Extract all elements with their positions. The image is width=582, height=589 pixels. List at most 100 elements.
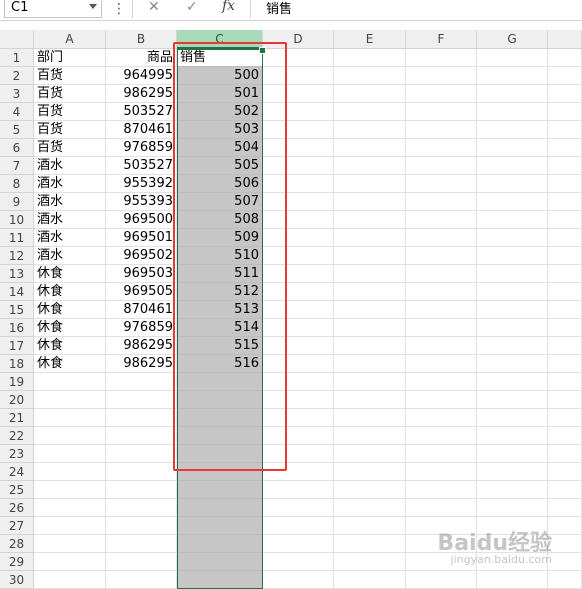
cell[interactable] — [477, 265, 548, 283]
cell[interactable] — [406, 301, 477, 319]
cell[interactable] — [406, 265, 477, 283]
cell[interactable] — [334, 103, 406, 121]
cell[interactable]: 969500 — [106, 211, 177, 229]
cell[interactable] — [106, 499, 177, 517]
cell[interactable] — [263, 535, 334, 553]
cell[interactable] — [177, 409, 263, 427]
cell[interactable] — [406, 355, 477, 373]
select-all-corner[interactable] — [0, 30, 34, 49]
cell[interactable] — [548, 391, 582, 409]
cell[interactable] — [406, 427, 477, 445]
cell[interactable] — [263, 553, 334, 571]
column-header-d[interactable]: D — [263, 30, 334, 49]
cell[interactable] — [263, 337, 334, 355]
row-header[interactable]: 5 — [0, 121, 34, 139]
cell[interactable] — [263, 481, 334, 499]
cell[interactable] — [334, 49, 406, 67]
cell[interactable] — [106, 409, 177, 427]
cell[interactable]: 504 — [177, 139, 263, 157]
cell[interactable] — [406, 247, 477, 265]
cell[interactable] — [477, 67, 548, 85]
cell[interactable] — [334, 445, 406, 463]
cell[interactable]: 503527 — [106, 103, 177, 121]
cell[interactable] — [263, 283, 334, 301]
cell[interactable] — [477, 571, 548, 589]
cell[interactable] — [548, 283, 582, 301]
cell[interactable]: 百货 — [34, 103, 106, 121]
cell[interactable]: 507 — [177, 193, 263, 211]
cell[interactable] — [34, 499, 106, 517]
cell[interactable] — [177, 535, 263, 553]
cell[interactable] — [548, 103, 582, 121]
cell[interactable] — [548, 517, 582, 535]
cell[interactable] — [106, 445, 177, 463]
row-header[interactable]: 6 — [0, 139, 34, 157]
cell[interactable] — [263, 445, 334, 463]
cell[interactable] — [334, 319, 406, 337]
cell[interactable] — [548, 427, 582, 445]
cell[interactable] — [263, 67, 334, 85]
cell[interactable] — [548, 553, 582, 571]
cell[interactable] — [177, 427, 263, 445]
cell[interactable] — [477, 391, 548, 409]
cell[interactable] — [334, 571, 406, 589]
cell[interactable] — [406, 103, 477, 121]
cell[interactable] — [34, 463, 106, 481]
cell[interactable] — [334, 427, 406, 445]
cell[interactable] — [548, 121, 582, 139]
cell[interactable] — [477, 301, 548, 319]
cell[interactable] — [263, 265, 334, 283]
cell[interactable] — [548, 175, 582, 193]
cell[interactable] — [548, 67, 582, 85]
cell[interactable] — [406, 67, 477, 85]
cell[interactable]: 969503 — [106, 265, 177, 283]
cell[interactable] — [548, 157, 582, 175]
cell[interactable]: 986295 — [106, 337, 177, 355]
cell[interactable] — [177, 391, 263, 409]
cell[interactable]: 513 — [177, 301, 263, 319]
cell[interactable] — [106, 517, 177, 535]
cell[interactable] — [477, 283, 548, 301]
cell[interactable] — [334, 85, 406, 103]
cell[interactable] — [263, 517, 334, 535]
cell[interactable] — [406, 499, 477, 517]
cell[interactable] — [477, 481, 548, 499]
name-box[interactable]: C1 — [4, 0, 102, 18]
row-header[interactable]: 17 — [0, 337, 34, 355]
cell[interactable] — [334, 175, 406, 193]
cell[interactable] — [548, 301, 582, 319]
cell[interactable] — [477, 211, 548, 229]
cell[interactable] — [263, 175, 334, 193]
cell[interactable] — [177, 481, 263, 499]
cell[interactable]: 964995 — [106, 67, 177, 85]
cell[interactable] — [263, 103, 334, 121]
cell[interactable] — [34, 517, 106, 535]
cell[interactable] — [477, 175, 548, 193]
cell[interactable] — [263, 373, 334, 391]
row-header[interactable]: 4 — [0, 103, 34, 121]
cell[interactable] — [263, 49, 334, 67]
cell[interactable] — [406, 373, 477, 391]
cell[interactable] — [477, 85, 548, 103]
cell[interactable]: 955393 — [106, 193, 177, 211]
cell[interactable] — [548, 445, 582, 463]
cell[interactable] — [106, 553, 177, 571]
row-header[interactable]: 1 — [0, 49, 34, 67]
cell[interactable] — [34, 373, 106, 391]
cell[interactable] — [548, 463, 582, 481]
cell[interactable]: 502 — [177, 103, 263, 121]
chevron-down-icon[interactable] — [89, 4, 97, 9]
cell[interactable] — [334, 67, 406, 85]
row-header[interactable]: 21 — [0, 409, 34, 427]
cell[interactable] — [34, 535, 106, 553]
row-header[interactable]: 26 — [0, 499, 34, 517]
cell[interactable] — [334, 265, 406, 283]
cell[interactable]: 986295 — [106, 85, 177, 103]
row-header[interactable]: 3 — [0, 85, 34, 103]
cell[interactable]: 酒水 — [34, 193, 106, 211]
cell[interactable] — [263, 121, 334, 139]
cell[interactable] — [106, 571, 177, 589]
cell[interactable] — [477, 139, 548, 157]
cell[interactable] — [406, 157, 477, 175]
row-header[interactable]: 12 — [0, 247, 34, 265]
